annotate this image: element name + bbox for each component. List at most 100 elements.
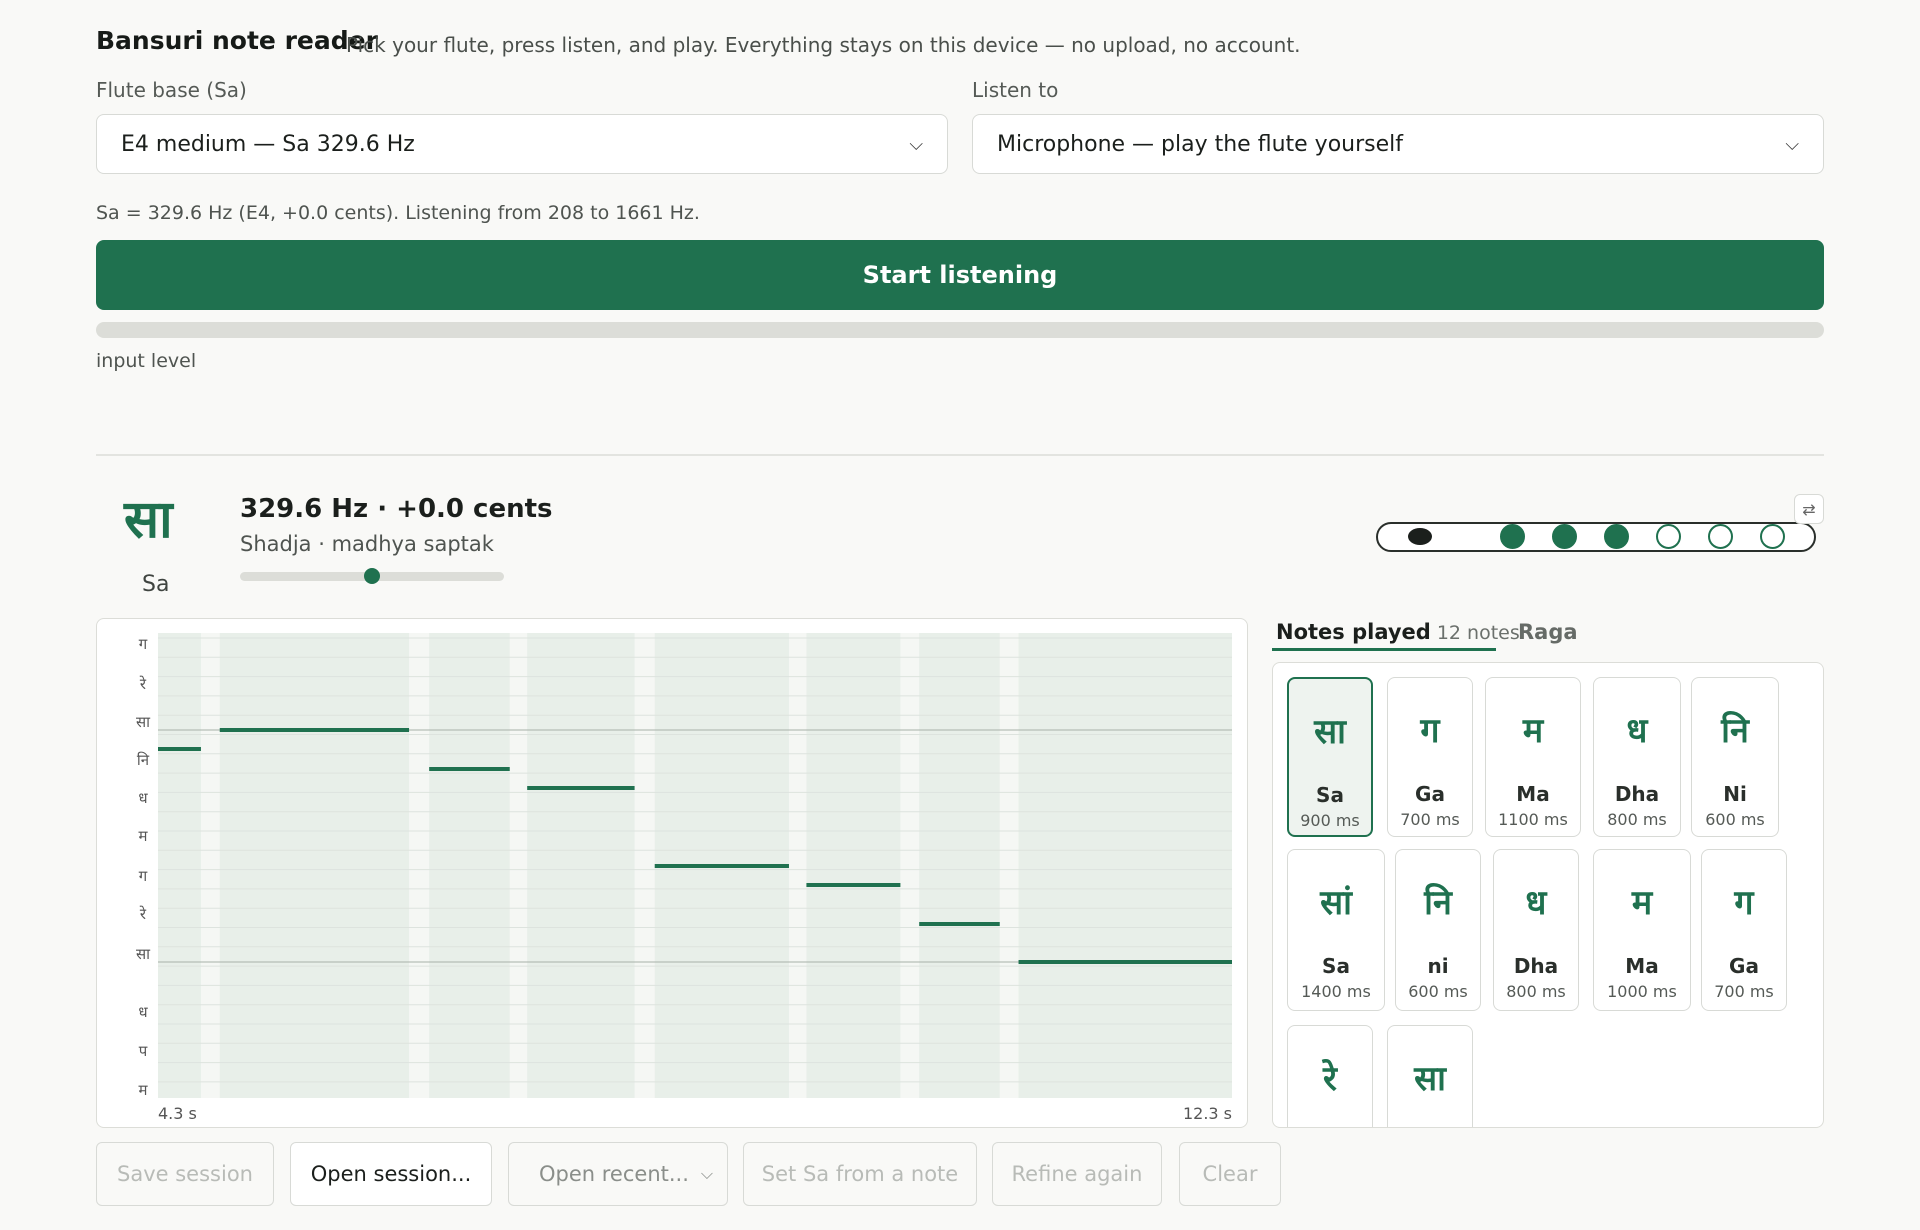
- note-devanagari: ग: [1734, 883, 1754, 923]
- note-card[interactable]: नि ni 600 ms: [1395, 849, 1481, 1011]
- notes-count: 12 notes: [1436, 622, 1520, 644]
- note-duration: 1400 ms: [1301, 982, 1371, 1001]
- set-sa-button[interactable]: Set Sa from a note: [743, 1142, 977, 1206]
- y-axis-label: नि: [137, 751, 150, 769]
- chevron-down-icon: ⌵: [909, 133, 923, 155]
- input-level-meter: [96, 322, 1824, 338]
- y-axis-label: ध: [138, 789, 148, 807]
- note-duration: 600 ms: [1705, 810, 1765, 829]
- listen-to-label: Listen to: [972, 78, 1059, 102]
- input-level-label: input level: [96, 350, 197, 372]
- flute-base-label: Flute base (Sa): [96, 78, 247, 102]
- active-region: [219, 633, 410, 1098]
- time-end-label: 12.3 s: [1183, 1104, 1232, 1123]
- note-devanagari: ग: [1420, 711, 1440, 751]
- finger-hole-1: [1500, 524, 1525, 549]
- section-divider: [96, 454, 1824, 456]
- refine-again-button[interactable]: Refine again: [992, 1142, 1162, 1206]
- note-name: Ma: [1516, 782, 1550, 806]
- app-title: Bansuri note reader: [96, 26, 378, 55]
- y-axis-label: ग: [139, 867, 148, 885]
- listen-to-select[interactable]: Microphone — play the flute yourself ⌵: [972, 114, 1824, 174]
- swap-icon[interactable]: ⇄: [1794, 494, 1824, 524]
- finger-hole-2: [1552, 524, 1577, 549]
- tab-raga[interactable]: Raga: [1518, 620, 1578, 644]
- active-region: [429, 633, 510, 1098]
- note-card[interactable]: म Ma 1000 ms: [1593, 849, 1691, 1011]
- note-devanagari: सा: [1314, 712, 1346, 752]
- note-name: Sa: [1322, 954, 1350, 978]
- pitch-chart-svg: ग रे सा नि ध म ग रे सा ध प म 4.3 s 12.3 s: [136, 633, 1232, 1123]
- note-card[interactable]: ग Ga 700 ms: [1701, 849, 1787, 1011]
- note-card[interactable]: म Ma 1100 ms: [1485, 677, 1581, 837]
- note-devanagari: ध: [1525, 883, 1547, 923]
- y-axis-label: सा: [136, 945, 151, 963]
- tab-notes-played[interactable]: Notes played 12 notes: [1276, 620, 1520, 644]
- start-listening-button[interactable]: Start listening: [96, 240, 1824, 310]
- y-axis-label: म: [139, 827, 149, 845]
- note-duration: 800 ms: [1506, 982, 1566, 1001]
- blow-hole: [1408, 528, 1432, 545]
- note-card[interactable]: ग Ga 700 ms: [1387, 677, 1473, 837]
- note-name: Sa: [1316, 783, 1344, 807]
- note-duration: 700 ms: [1714, 982, 1774, 1001]
- note-card[interactable]: ध Dha 800 ms: [1493, 849, 1579, 1011]
- note-duration: 700 ms: [1400, 810, 1460, 829]
- finger-hole-5: [1708, 524, 1733, 549]
- note-devanagari: म: [1522, 711, 1544, 751]
- note-name: ni: [1427, 954, 1449, 978]
- note-name: Dha: [1513, 954, 1559, 978]
- active-region: [1018, 633, 1232, 1098]
- active-region: [158, 633, 201, 1098]
- listen-to-value: Microphone — play the flute yourself: [997, 131, 1403, 157]
- note-devanagari: सा: [1414, 1059, 1446, 1099]
- finger-hole-3: [1604, 524, 1629, 549]
- active-region: [806, 633, 901, 1098]
- save-session-button[interactable]: Save session: [96, 1142, 274, 1206]
- active-tab-indicator: [1272, 648, 1496, 651]
- open-recent-label: Open recent...: [539, 1162, 689, 1186]
- note-card[interactable]: सा: [1387, 1025, 1473, 1127]
- active-region: [527, 633, 635, 1098]
- y-axis-label: रे: [139, 675, 147, 693]
- note-devanagari: नि: [1424, 883, 1452, 923]
- status-line: Sa = 329.6 Hz (E4, +0.0 cents). Listenin…: [96, 202, 700, 224]
- note-card[interactable]: सां Sa 1400 ms: [1287, 849, 1385, 1011]
- chevron-down-icon: ⌵: [1785, 133, 1799, 155]
- note-card[interactable]: नि Ni 600 ms: [1691, 677, 1779, 837]
- note-card[interactable]: ध Dha 800 ms: [1593, 677, 1681, 837]
- current-note-devanagari: सा: [124, 490, 173, 550]
- flute-diagram: [1376, 522, 1816, 552]
- y-axis-label: ग: [139, 635, 148, 653]
- flute-base-select[interactable]: E4 medium — Sa 329.6 Hz ⌵: [96, 114, 948, 174]
- note-duration: 1100 ms: [1498, 810, 1568, 829]
- note-duration: 900 ms: [1300, 811, 1360, 830]
- chevron-down-icon: ⌵: [700, 1164, 713, 1183]
- app-subtitle: Pick your flute, press listen, and play.…: [346, 33, 1301, 57]
- note-duration: 800 ms: [1607, 810, 1667, 829]
- note-duration: 1000 ms: [1607, 982, 1677, 1001]
- y-axis-label: सा: [136, 713, 151, 731]
- current-note-name: Sa: [142, 572, 170, 597]
- note-card[interactable]: रे: [1287, 1025, 1373, 1127]
- current-frequency: 329.6 Hz · +0.0 cents: [240, 494, 553, 524]
- y-axis-label: प: [139, 1042, 148, 1060]
- note-card[interactable]: सा Sa 900 ms: [1287, 677, 1373, 837]
- y-axis-label: म: [139, 1081, 149, 1099]
- time-start-label: 4.3 s: [158, 1104, 197, 1123]
- open-recent-select[interactable]: Open recent... ⌵: [508, 1142, 728, 1206]
- flute-base-value: E4 medium — Sa 329.6 Hz: [121, 131, 415, 157]
- open-session-button[interactable]: Open session...: [290, 1142, 492, 1206]
- notes-played-panel: सा Sa 900 ms ग Ga 700 ms म Ma 1100 ms ध Dha 800 ms न…: [1272, 662, 1824, 1128]
- y-axis-label: ध: [138, 1003, 148, 1021]
- active-region: [919, 633, 1000, 1098]
- note-devanagari: म: [1631, 883, 1653, 923]
- cents-indicator: [364, 568, 380, 584]
- svara-description: Shadja · madhya saptak: [240, 532, 494, 556]
- note-devanagari: नि: [1721, 711, 1749, 751]
- note-name: Ni: [1723, 782, 1747, 806]
- clear-button[interactable]: Clear: [1179, 1142, 1281, 1206]
- pitch-chart: ग रे सा नि ध म ग रे सा ध प म 4.3 s 12.3 s: [96, 618, 1248, 1128]
- y-axis-label: रे: [139, 905, 147, 923]
- note-name: Ma: [1625, 954, 1659, 978]
